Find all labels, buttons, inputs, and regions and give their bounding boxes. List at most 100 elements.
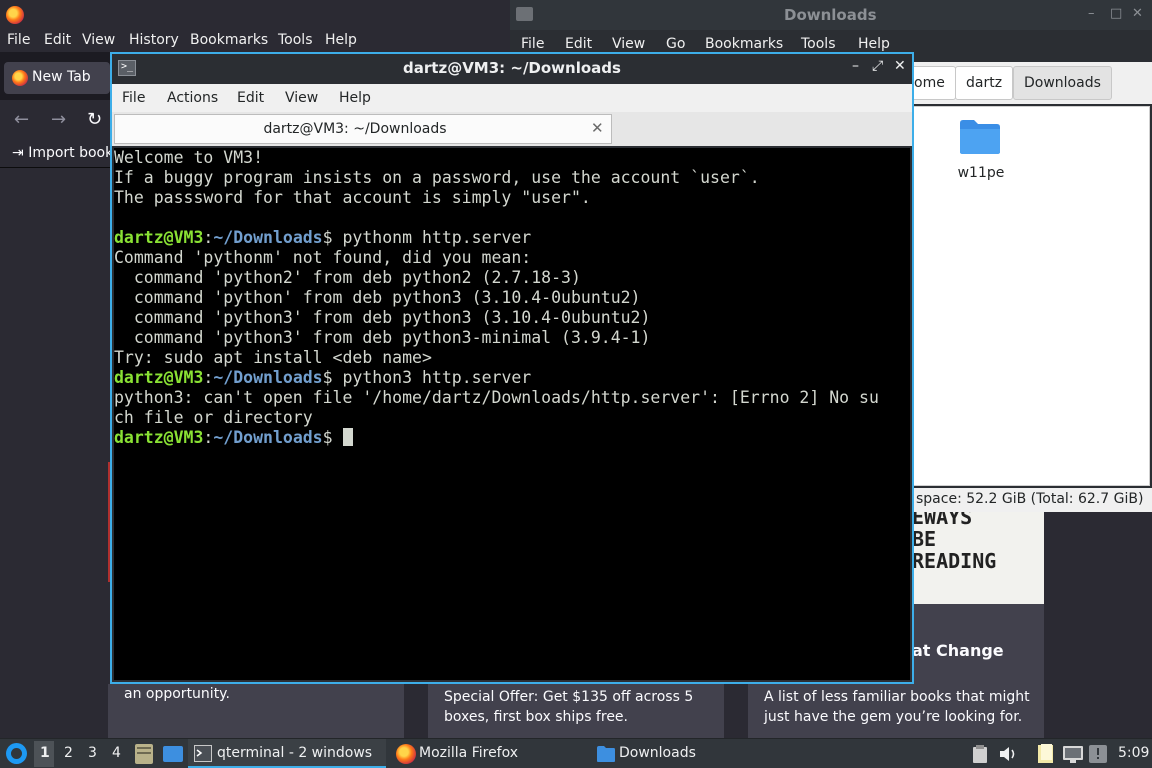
terminal-line: ch file or directory [114, 408, 313, 427]
firefox-icon [396, 744, 416, 764]
fm-menu-go[interactable]: Go [666, 36, 685, 52]
folder-icon [597, 746, 615, 762]
terminal-prompt-line: dartz@VM3:~/Downloads$ python3 http.serv… [114, 368, 532, 387]
command-text: pythonm http.server [332, 228, 532, 247]
terminal-line: Try: sudo apt install <deb name> [114, 348, 432, 367]
terminal-tab[interactable]: dartz@VM3: ~/Downloads ✕ [114, 114, 612, 144]
terminal-tab-label: dartz@VM3: ~/Downloads [263, 121, 447, 137]
terminal-icon [194, 745, 212, 762]
prompt-user: dartz@VM3 [114, 368, 204, 387]
task-firefox[interactable]: Mozilla Firefox [392, 739, 588, 768]
task-firefox-label: Mozilla Firefox [419, 745, 519, 761]
fm-menu-file[interactable]: File [521, 36, 544, 52]
terminal-line: The passsword for that account is simply… [114, 188, 591, 207]
firefox-menu-view[interactable]: View [82, 32, 115, 48]
maximize-button[interactable]: □ [1110, 6, 1122, 21]
fm-menu-tools[interactable]: Tools [801, 36, 836, 52]
terminal-line: If a buggy program insists on a password… [114, 168, 760, 187]
terminal-line: Welcome to VM3! [114, 148, 264, 167]
term-menu-file[interactable]: File [122, 90, 145, 106]
terminal-output[interactable]: Welcome to VM3! If a buggy program insist… [114, 148, 910, 680]
fm-menu-bookmarks[interactable]: Bookmarks [705, 36, 783, 52]
terminal-cursor[interactable] [342, 428, 353, 446]
maximize-button[interactable]: ⤢ [872, 58, 883, 74]
close-button[interactable]: ✕ [894, 58, 906, 74]
terminal-text: Welcome to VM3! If a buggy program insist… [114, 148, 879, 448]
firefox-menu-bookmarks[interactable]: Bookmarks [190, 32, 268, 48]
firefox-menubar: File Edit View History Bookmarks Tools H… [0, 30, 560, 52]
story-card-right-image: EWAYS BE READING [908, 512, 1044, 604]
firefox-menu-help[interactable]: Help [325, 32, 357, 48]
start-menu-icon[interactable] [6, 743, 27, 764]
show-desktop-icon[interactable] [162, 744, 184, 764]
story-card-right-heading: at Change [912, 641, 1004, 660]
workspace-2[interactable]: 2 [64, 745, 73, 761]
notification-icon[interactable] [1088, 744, 1108, 764]
workspace-3[interactable]: 3 [88, 745, 97, 761]
terminal-prompt-line: dartz@VM3:~/Downloads$ [114, 428, 879, 448]
story-card-left-text: an opportunity. [124, 686, 230, 702]
task-qterminal[interactable]: qterminal - 2 windows [188, 739, 386, 768]
prompt-path: ~/Downloads [213, 428, 323, 447]
firefox-tab-new-tab[interactable]: New Tab [4, 62, 110, 94]
terminal-line: python3: can't open file '/home/dartz/Do… [114, 388, 879, 407]
minimize-button[interactable]: – [852, 58, 859, 74]
terminal-prompt-line: dartz@VM3:~/Downloads$ pythonm http.serv… [114, 228, 532, 247]
firefox-tab-label: New Tab [32, 69, 91, 85]
file-item-label: w11pe [957, 165, 1005, 181]
firefox-menu-history[interactable]: History [129, 32, 179, 48]
story-card-middle[interactable]: Special Offer: Get $135 off across 5 box… [428, 684, 724, 738]
term-menu-help[interactable]: Help [339, 90, 371, 106]
terminal-line: command 'python3' from deb python3-minim… [114, 328, 651, 347]
close-button[interactable]: ✕ [1132, 6, 1143, 21]
workspace-4[interactable]: 4 [112, 745, 121, 761]
terminal-titlebar[interactable]: >_ dartz@VM3: ~/Downloads – ⤢ ✕ [112, 54, 912, 82]
workspace-1[interactable]: 1 [40, 745, 50, 761]
terminal-window[interactable]: >_ dartz@VM3: ~/Downloads – ⤢ ✕ File Act… [110, 52, 914, 684]
reload-icon[interactable]: ↻ [87, 109, 102, 130]
terminal-tabbar: dartz@VM3: ~/Downloads ✕ [112, 112, 912, 146]
terminal-line: Command 'pythonm' not found, did you mea… [114, 248, 532, 267]
tab-close-icon[interactable]: ✕ [591, 119, 604, 137]
prompt-path: ~/Downloads [213, 368, 323, 387]
clock[interactable]: 5:09 [1118, 745, 1149, 761]
term-menu-actions[interactable]: Actions [167, 90, 218, 106]
volume-icon[interactable] [998, 745, 1018, 763]
command-text: python3 http.server [332, 368, 532, 387]
network-icon[interactable] [1062, 744, 1084, 764]
import-bookmarks-button[interactable]: ⇥ Import book [12, 145, 113, 161]
fm-menu-help[interactable]: Help [858, 36, 890, 52]
file-manager-title: Downloads [784, 6, 877, 24]
free-space-text: space: 52.2 GiB (Total: 62.7 GiB) [916, 491, 1144, 507]
import-icon: ⇥ [12, 145, 24, 161]
fm-menu-view[interactable]: View [612, 36, 645, 52]
prompt-user: dartz@VM3 [114, 428, 204, 447]
file-manager-launcher-icon[interactable] [134, 743, 154, 765]
firefox-menu-file[interactable]: File [7, 32, 30, 48]
story-card-middle-text: Special Offer: Get $135 off across 5 box… [444, 689, 694, 725]
fm-menu-edit[interactable]: Edit [565, 36, 592, 52]
folder-icon [960, 120, 1000, 154]
firefox-tab-icon [12, 70, 28, 86]
minimize-button[interactable]: – [1088, 6, 1095, 21]
terminal-title: dartz@VM3: ~/Downloads [403, 59, 621, 77]
taskbar: 1 2 3 4 qterminal - 2 windows Mozilla Fi… [0, 738, 1152, 768]
breadcrumb-downloads[interactable]: Downloads [1013, 66, 1112, 100]
term-menu-view[interactable]: View [285, 90, 318, 106]
firefox-menu-edit[interactable]: Edit [44, 32, 71, 48]
folder-icon [516, 7, 533, 21]
forward-icon[interactable]: → [51, 109, 66, 130]
breadcrumb-dartz[interactable]: dartz [955, 66, 1014, 100]
notes-icon[interactable] [1036, 743, 1056, 765]
firefox-titlebar [0, 0, 560, 30]
firefox-menu-tools[interactable]: Tools [278, 32, 313, 48]
story-card-image-text: EWAYS BE READING [912, 512, 997, 573]
clipboard-icon[interactable] [972, 744, 988, 764]
back-icon[interactable]: ← [14, 109, 29, 130]
prompt-user: dartz@VM3 [114, 228, 204, 247]
story-card-left[interactable]: an opportunity. [108, 684, 404, 738]
task-downloads[interactable]: Downloads [592, 739, 788, 768]
terminal-menubar: File Actions Edit View Help [112, 84, 912, 112]
term-menu-edit[interactable]: Edit [237, 90, 264, 106]
